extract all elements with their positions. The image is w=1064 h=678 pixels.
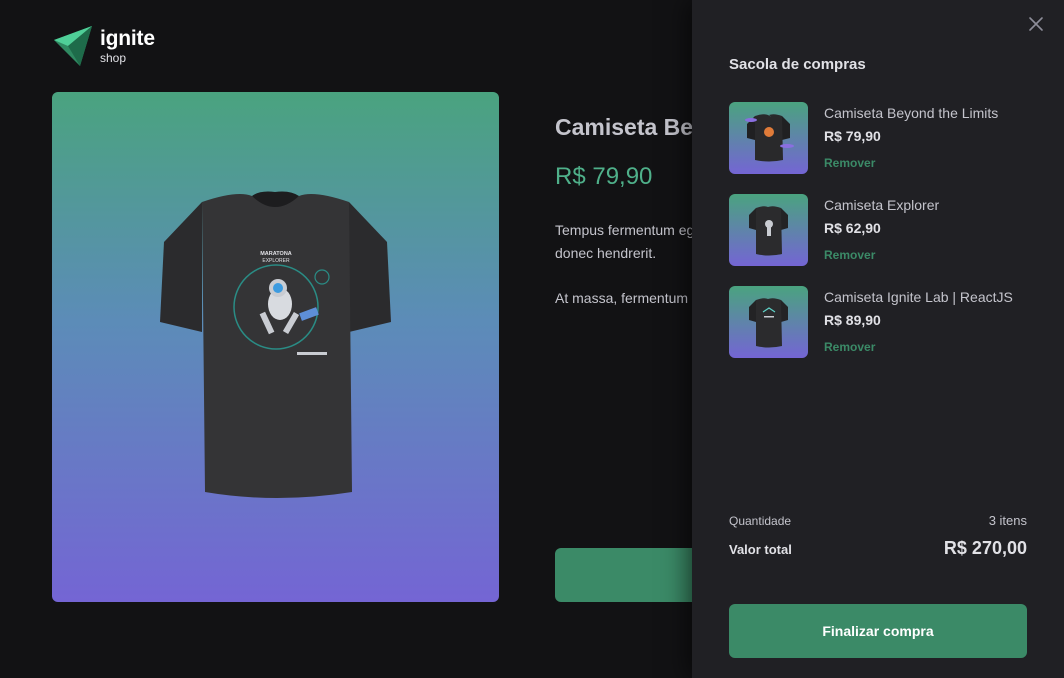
item-price: R$ 79,90: [824, 128, 881, 144]
print-line1: MARATONA: [260, 251, 292, 257]
logo-sub: shop: [100, 51, 127, 65]
item-thumbnail: [729, 286, 808, 358]
item-name: Camiseta Explorer: [824, 197, 940, 213]
logo[interactable]: ignite shop: [52, 26, 155, 66]
cart-drawer: Sacola de compras Camiseta Beyond the Li…: [692, 0, 1064, 678]
cart-item: Camiseta Explorer R$ 62,90 Remover: [729, 194, 1029, 266]
item-thumbnail: [729, 194, 808, 266]
tshirt-image: MARATONA EXPLORER: [160, 191, 391, 498]
cart-item: Camiseta Ignite Lab | ReactJS R$ 89,90 R…: [729, 286, 1029, 358]
item-price: R$ 89,90: [824, 312, 881, 328]
item-thumbnail: [729, 102, 808, 174]
cart-items: Camiseta Beyond the Limits R$ 79,90 Remo…: [729, 102, 1029, 378]
quantity-label: Quantidade: [729, 514, 792, 528]
total-label: Valor total: [729, 542, 792, 557]
remove-button[interactable]: Remover: [824, 156, 998, 170]
close-button[interactable]: [1028, 16, 1044, 32]
cart-title: Sacola de compras: [729, 56, 866, 73]
cart-summary: Quantidade 3 itens Valor total R$ 270,00: [729, 513, 1027, 559]
item-name: Camiseta Ignite Lab | ReactJS: [824, 289, 1013, 305]
item-name: Camiseta Beyond the Limits: [824, 105, 999, 121]
quantity-value: 3 itens: [988, 513, 1027, 528]
remove-button[interactable]: Remover: [824, 340, 1013, 354]
checkout-button[interactable]: Finalizar compra: [729, 604, 1027, 658]
product-image: MARATONA EXPLORER: [52, 92, 499, 602]
item-price: R$ 62,90: [824, 220, 881, 236]
ignite-logo-icon: [54, 26, 92, 66]
logo-word: ignite: [100, 27, 155, 50]
print-line2: EXPLORER: [262, 258, 290, 264]
close-icon: [1029, 17, 1043, 31]
product-page: ignite shop MARATONA EXPLORER Camiseta R…: [0, 0, 1064, 678]
remove-button[interactable]: Remover: [824, 248, 939, 262]
cart-item: Camiseta Beyond the Limits R$ 79,90 Remo…: [729, 102, 1029, 174]
total-value: R$ 270,00: [943, 538, 1027, 558]
